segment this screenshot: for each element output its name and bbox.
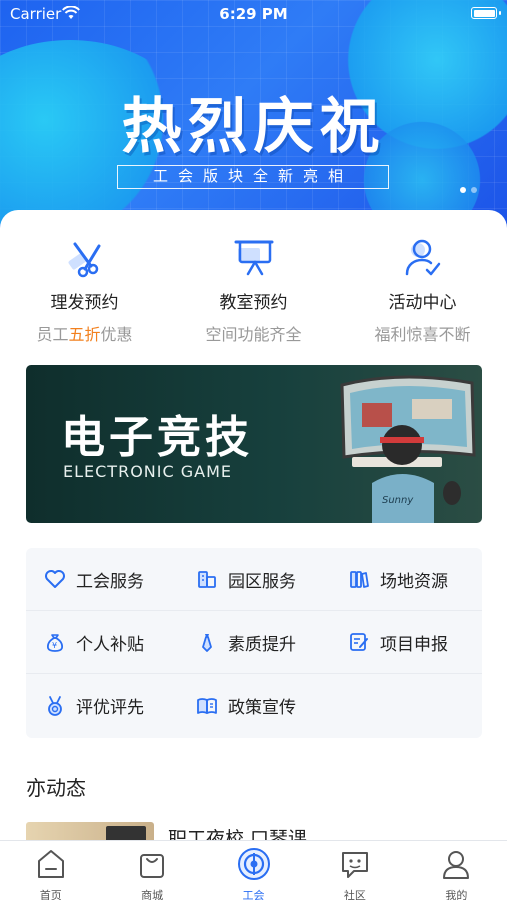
service-label: 素质提升 xyxy=(228,634,296,655)
quick-action-title: 理发预约 xyxy=(50,293,119,313)
tab-label: 商城 xyxy=(141,889,164,900)
tab-mall[interactable]: 商城 xyxy=(101,841,202,900)
service-subsidy[interactable]: ¥ 个人补贴 xyxy=(26,611,178,673)
discount-highlight: 五折 xyxy=(68,325,101,344)
service-label: 工会服务 xyxy=(76,571,144,592)
services-row: 评优评先 政策宣传 xyxy=(26,674,482,737)
service-label: 评优评先 xyxy=(76,698,144,718)
quick-action-title: 活动中心 xyxy=(388,293,457,313)
services-grid: 工会服务 园区服务 场地资源 ¥ 个人补贴 素质提升 项目申报 评优评先 政策宣… xyxy=(26,548,482,738)
buildings-icon xyxy=(198,571,216,588)
service-union[interactable]: 工会服务 xyxy=(26,548,178,610)
carousel-dot[interactable] xyxy=(460,187,466,193)
tab-label: 我的 xyxy=(445,889,468,900)
content-card: 理发预约 员工五折优惠 教室预约 空间功能齐全 活动中心 福利惊喜不断 电子竞技… xyxy=(0,210,507,756)
quick-action-classroom[interactable]: 教室预约 空间功能齐全 xyxy=(169,236,338,344)
union-icon xyxy=(237,848,270,880)
quick-action-title: 教室预约 xyxy=(219,293,288,313)
service-label: 个人补贴 xyxy=(76,634,144,655)
subtitle-text: 员工 xyxy=(36,325,69,344)
esports-banner-title: 电子竞技 xyxy=(61,412,253,463)
money-bag-icon: ¥ xyxy=(46,634,64,652)
service-development[interactable]: 素质提升 xyxy=(178,611,330,673)
tab-label: 首页 xyxy=(39,889,62,900)
carousel-indicator[interactable] xyxy=(460,187,477,193)
chat-icon xyxy=(341,852,368,878)
hero-banner[interactable]: Carrier 6:29 PM 热烈庆祝 工会版块全新亮相 xyxy=(0,0,507,235)
esports-banner[interactable]: 电子竞技 ELECTRONIC GAME Sunny xyxy=(26,365,482,523)
services-row: ¥ 个人补贴 素质提升 项目申报 xyxy=(26,611,482,674)
home-icon xyxy=(37,850,64,878)
medal-icon xyxy=(48,695,62,716)
gamer-illustration: Sunny xyxy=(340,375,476,523)
banner-title: 热烈庆祝 xyxy=(121,92,386,162)
banner-subtitle: 工会版块全新亮相 xyxy=(117,165,389,189)
status-bar: Carrier 6:29 PM xyxy=(0,0,507,26)
service-venue[interactable]: 场地资源 xyxy=(330,548,482,610)
scissors-icon xyxy=(68,242,100,278)
tab-bar: 首页 商城 工会 社区 我的 xyxy=(0,840,507,900)
service-label: 园区服务 xyxy=(228,571,296,592)
tab-label: 社区 xyxy=(343,889,366,900)
tie-icon xyxy=(202,634,212,652)
quick-action-subtitle: 员工五折优惠 xyxy=(0,321,169,345)
tab-mine[interactable]: 我的 xyxy=(406,841,507,900)
tab-union[interactable]: 工会 xyxy=(203,841,304,900)
quick-action-subtitle: 福利惊喜不断 xyxy=(374,325,471,344)
user-activity-icon xyxy=(405,239,440,276)
service-park[interactable]: 园区服务 xyxy=(178,548,330,610)
union-page: Carrier 6:29 PM 热烈庆祝 工会版块全新亮相 理发预约 员工五折优… xyxy=(0,0,507,900)
edit-document-icon xyxy=(350,633,368,651)
service-project[interactable]: 项目申报 xyxy=(330,611,482,673)
esports-banner-subtitle: ELECTRONIC GAME xyxy=(63,462,232,481)
books-icon xyxy=(350,571,369,588)
tab-community[interactable]: 社区 xyxy=(304,841,405,900)
open-book-icon xyxy=(197,697,217,714)
heart-icon xyxy=(45,570,65,588)
tab-label: 工会 xyxy=(242,889,265,900)
service-label: 政策宣传 xyxy=(228,698,296,718)
subtitle-text: 优惠 xyxy=(100,325,133,344)
tab-home[interactable]: 首页 xyxy=(0,841,101,900)
news-section-title: 亦动态 xyxy=(26,776,86,800)
carousel-dot[interactable] xyxy=(471,187,477,193)
service-awards[interactable]: 评优评先 xyxy=(26,674,178,737)
quick-action-activity[interactable]: 活动中心 福利惊喜不断 xyxy=(338,236,507,344)
quick-action-haircut[interactable]: 理发预约 员工五折优惠 xyxy=(0,236,169,344)
clock: 6:29 PM xyxy=(219,5,288,23)
profile-icon xyxy=(443,851,470,879)
services-row: 工会服务 园区服务 场地资源 xyxy=(26,548,482,611)
shopping-bag-icon xyxy=(140,854,165,878)
service-label: 项目申报 xyxy=(380,634,448,655)
quick-actions: 理发预约 员工五折优惠 教室预约 空间功能齐全 活动中心 福利惊喜不断 xyxy=(0,236,507,344)
service-label: 场地资源 xyxy=(380,571,448,592)
svg-text:¥: ¥ xyxy=(52,641,57,650)
classroom-board-icon xyxy=(234,240,273,276)
quick-action-subtitle: 空间功能齐全 xyxy=(205,325,302,344)
service-policy[interactable]: 政策宣传 xyxy=(178,674,330,737)
battery-icon xyxy=(471,7,501,19)
jersey-label: Sunny xyxy=(382,495,414,506)
